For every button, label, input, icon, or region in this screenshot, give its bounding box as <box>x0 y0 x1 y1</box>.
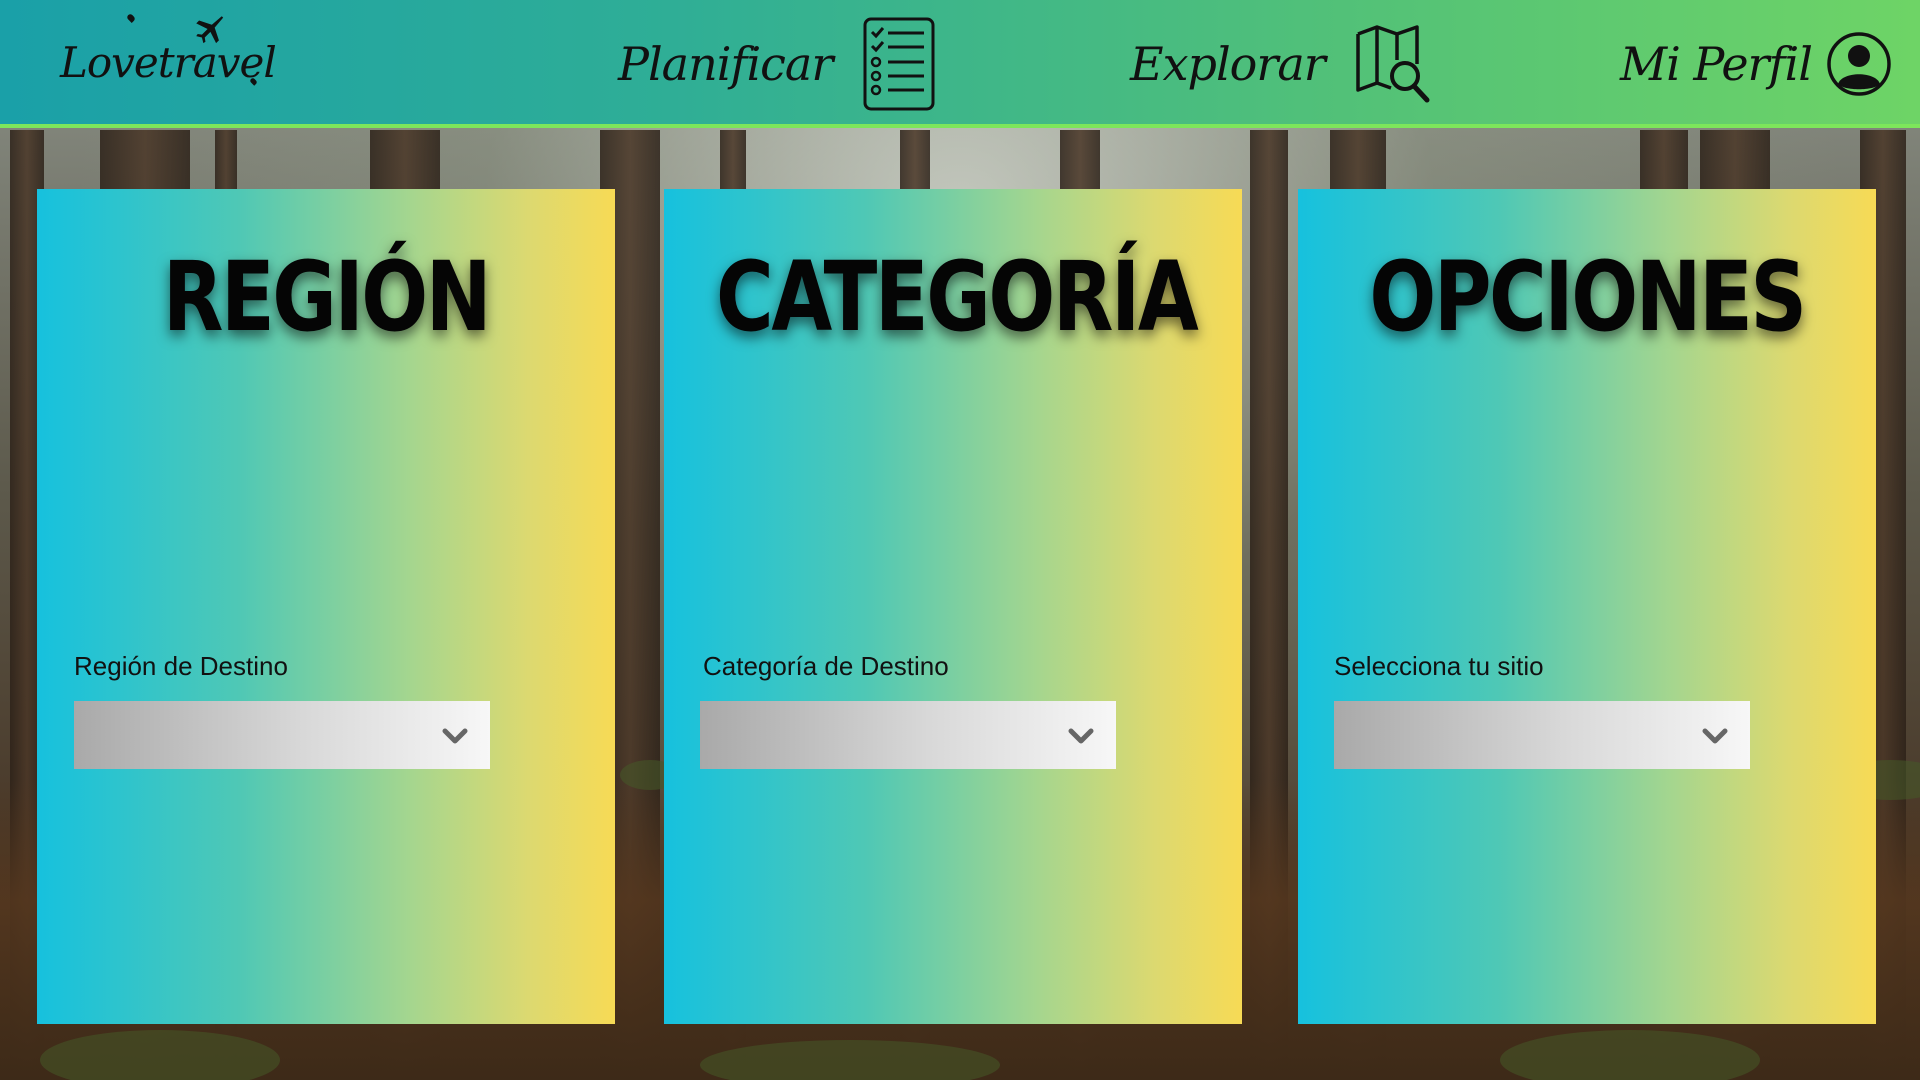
category-card-title: CATEGORÍA <box>716 241 1199 353</box>
chevron-down-icon <box>1068 728 1094 744</box>
chevron-down-icon <box>1702 728 1728 744</box>
nav-explorar-label: Explorar <box>1130 37 1326 91</box>
category-field-label: Categoría de Destino <box>703 651 949 681</box>
checklist-icon <box>863 17 935 111</box>
location-pin-icon <box>126 13 136 23</box>
nav-mi-perfil-label: Mi Perfil <box>1620 37 1813 91</box>
navbar: Lovetravel Planificar Explorar Mi Perfil <box>0 0 1920 128</box>
nav-mi-perfil[interactable]: Mi Perfil <box>1620 0 1892 128</box>
brand-name: Lovetravel <box>60 38 277 87</box>
options-card-title: OPCIONES <box>1369 241 1807 353</box>
nav-planificar-label: Planificar <box>618 37 833 91</box>
map-search-icon <box>1356 25 1430 103</box>
page: Lovetravel Planificar Explorar Mi Perfil… <box>0 0 1920 1080</box>
nav-explorar[interactable]: Explorar <box>1130 0 1431 128</box>
region-card-title: REGIÓN <box>162 241 492 353</box>
category-select[interactable] <box>700 701 1116 769</box>
user-circle-icon <box>1827 32 1891 96</box>
options-field-label: Selecciona tu sitio <box>1334 651 1544 681</box>
chevron-down-icon <box>442 728 468 744</box>
region-card: REGIÓN Región de Destino <box>37 189 615 1024</box>
category-card: CATEGORÍA Categoría de Destino <box>664 189 1242 1024</box>
nav-planificar[interactable]: Planificar <box>618 0 936 128</box>
options-card: OPCIONES Selecciona tu sitio <box>1298 189 1876 1024</box>
options-select[interactable] <box>1334 701 1750 769</box>
region-field-label: Región de Destino <box>74 651 288 681</box>
airplane-icon <box>196 16 224 44</box>
region-select[interactable] <box>74 701 490 769</box>
